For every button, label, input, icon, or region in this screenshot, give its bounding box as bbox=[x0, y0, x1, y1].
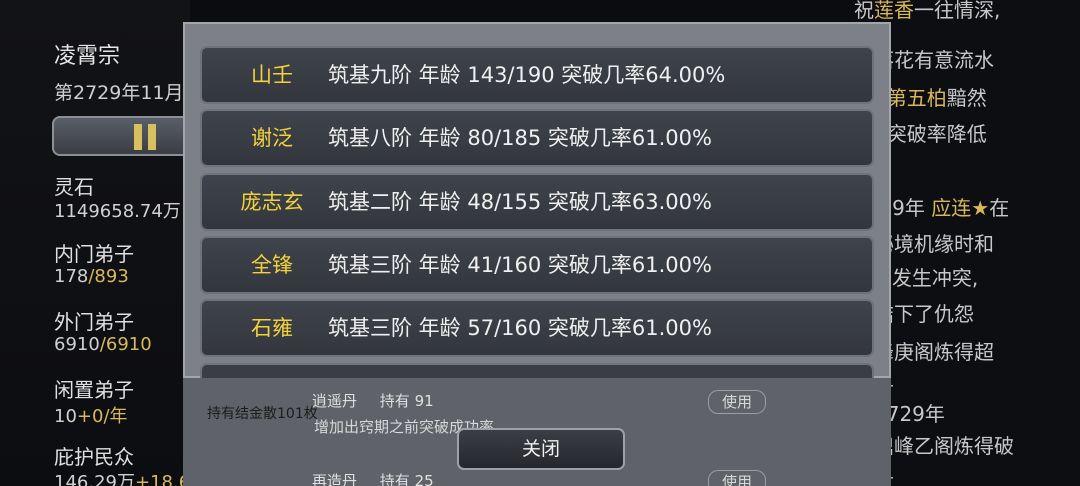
log-text: 在 bbox=[989, 196, 1010, 220]
disciple-row[interactable]: 山壬 筑基九阶 年龄 143/190 突破几率64.00% bbox=[200, 46, 874, 104]
disciple-info: 筑基二阶 年龄 48/155 突破几率63.00% bbox=[328, 190, 712, 214]
disciple-info: 筑基三阶 年龄 41/160 突破几率61.00% bbox=[328, 253, 712, 277]
item-row: 逍遥丹 持有 91 使用 bbox=[312, 390, 772, 416]
disciple-row[interactable]: 全锋 筑基三阶 年龄 41/160 突破几率61.00% bbox=[200, 236, 874, 294]
use-button[interactable]: 使用 bbox=[708, 470, 766, 486]
log-text: 祝 bbox=[854, 0, 874, 22]
disciple-name: 石雍 bbox=[251, 316, 293, 340]
stat-label-protected-citizens: 庇护民众 bbox=[54, 445, 134, 469]
disciple-row[interactable]: 谢泛 筑基八阶 年龄 80/185 突破几率61.00% bbox=[200, 109, 874, 167]
disciple-info: 筑基八阶 年龄 80/185 突破几率61.00% bbox=[328, 126, 712, 150]
disciple-info: 筑基三阶 年龄 57/160 突破几率61.00% bbox=[328, 316, 712, 340]
disciple-row[interactable]: 石雍 筑基三阶 年龄 57/160 突破几率61.00% bbox=[200, 299, 874, 357]
log-text: 黯然 bbox=[946, 86, 987, 110]
stat-label-inner-disciples: 内门弟子 bbox=[54, 242, 134, 266]
close-button[interactable]: 关闭 bbox=[457, 428, 625, 470]
item-row: 再造丹 持有 25 使用 bbox=[312, 470, 772, 486]
stat-value-outer-disciples: 6910/6910 bbox=[54, 334, 152, 355]
item-owned: 持有 91 bbox=[379, 392, 434, 410]
stat-value-idle-disciples: 10+0/年 bbox=[54, 406, 128, 427]
stat-label-spirit-stones: 灵石 bbox=[54, 175, 94, 199]
owned-item-count: 持有结金散101枚 bbox=[207, 406, 318, 422]
log-highlight: 应连★ bbox=[931, 196, 990, 220]
pause-icon bbox=[134, 124, 158, 150]
disciple-name: 山壬 bbox=[251, 63, 293, 87]
game-date: 第2729年11月 bbox=[54, 82, 184, 104]
disciple-row[interactable]: 庞志玄 筑基二阶 年龄 48/155 突破几率63.00% bbox=[200, 173, 874, 231]
disciple-name: 庞志玄 bbox=[240, 190, 304, 214]
item-name: 逍遥丹 bbox=[312, 392, 358, 410]
stat-label-idle-disciples: 闲置弟子 bbox=[54, 378, 134, 402]
item-name: 再造丹 bbox=[312, 472, 358, 486]
stat-value-inner-disciples: 178/893 bbox=[54, 266, 129, 287]
sect-name: 凌霄宗 bbox=[54, 44, 121, 69]
stat-value-spirit-stones: 1149658.74万 bbox=[54, 201, 181, 222]
disciple-row-partial[interactable] bbox=[200, 363, 874, 378]
disciple-name: 全锋 bbox=[251, 253, 293, 277]
log-text: 发生冲突, bbox=[891, 266, 979, 290]
disciple-name: 谢泛 bbox=[251, 126, 293, 150]
log-text: 一往情深, bbox=[914, 0, 1001, 22]
item-owned: 持有 25 bbox=[379, 472, 434, 486]
log-line: 祝莲香一往情深, bbox=[854, 0, 1000, 23]
log-highlight: 第五柏 bbox=[886, 86, 947, 110]
disciple-info: 筑基九阶 年龄 143/190 突破几率64.00% bbox=[328, 63, 726, 87]
use-button[interactable]: 使用 bbox=[708, 390, 766, 414]
stat-label-outer-disciples: 外门弟子 bbox=[54, 310, 134, 334]
log-highlight: 莲香 bbox=[874, 0, 914, 22]
